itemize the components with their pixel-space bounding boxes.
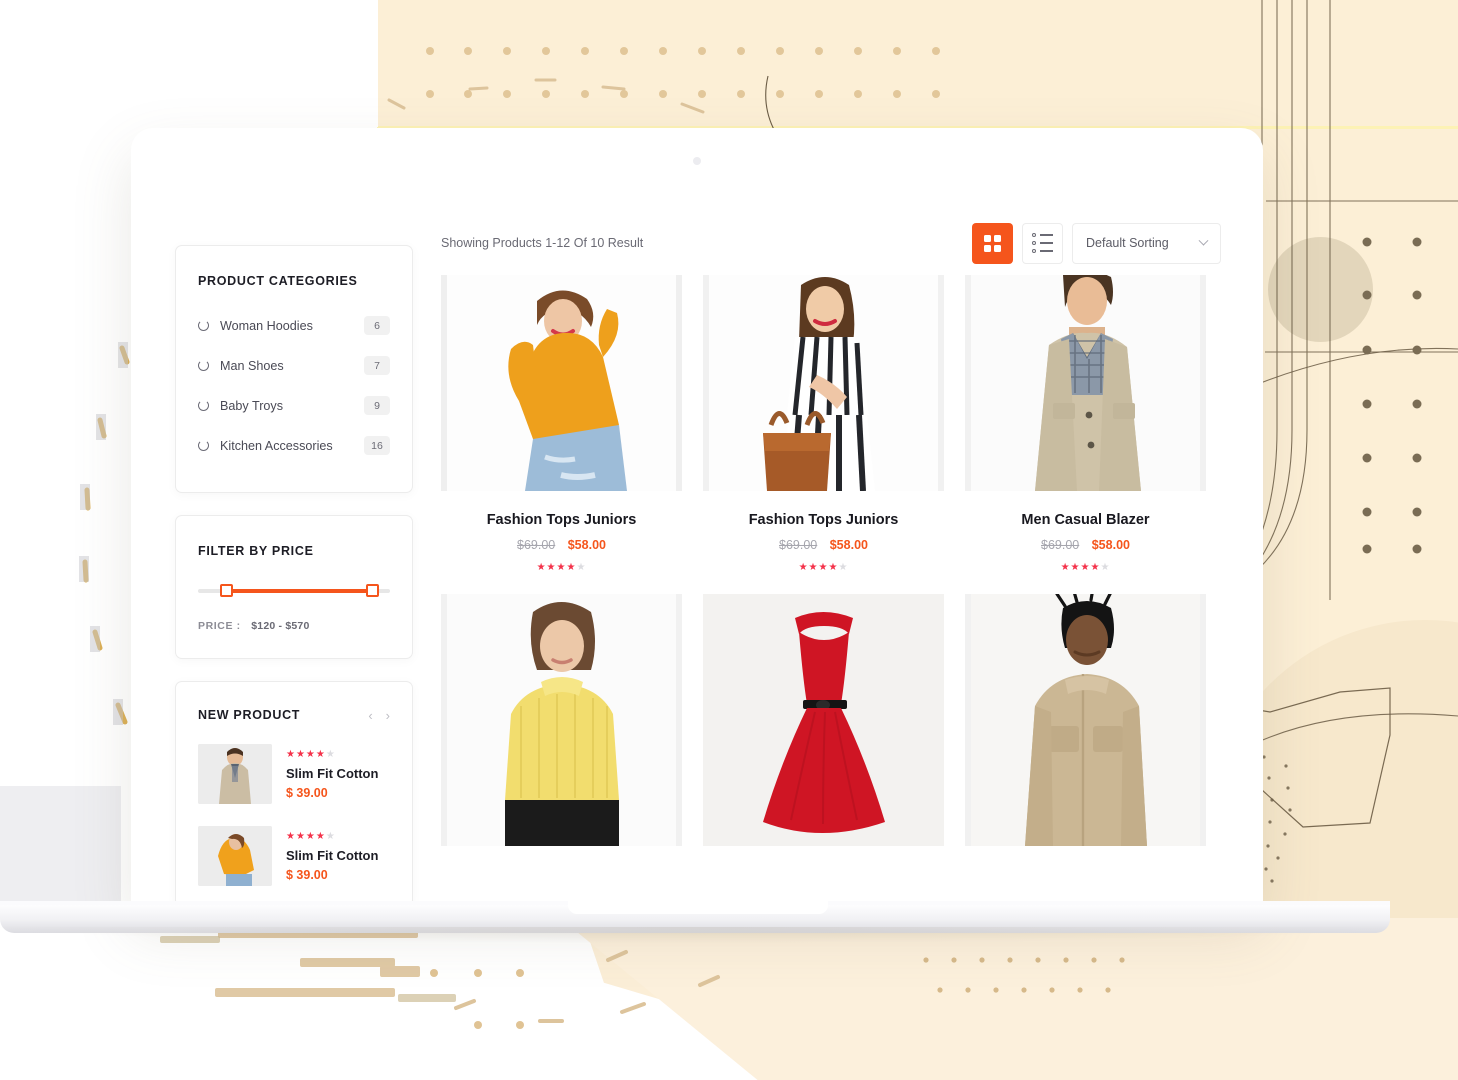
new-product-list-item[interactable]: ★★★★★ Slim Fit Cotton $ 39.00	[198, 826, 390, 886]
new-product-title: NEW PRODUCT	[198, 708, 301, 722]
category-item-baby-troys[interactable]: Baby Troys 9	[198, 390, 390, 421]
new-product-name: Slim Fit Cotton	[286, 848, 379, 863]
product-card[interactable]: Men Casual Blazer $69.00 $58.00 ★★★★★	[965, 275, 1206, 573]
price-slider-min-handle[interactable]	[220, 584, 234, 597]
category-item-woman-hoodies[interactable]: Woman Hoodies 6	[198, 310, 390, 341]
sidebar: PRODUCT CATEGORIES Woman Hoodies 6 Man S…	[175, 245, 413, 905]
product-card[interactable]: Fashion Tops Juniors $69.00 $58.00 ★★★★★	[441, 275, 682, 573]
new-product-list-item[interactable]: ★★★★★ Slim Fit Cotton $ 39.00	[198, 744, 390, 804]
category-ring-icon	[198, 400, 209, 411]
product-title: Fashion Tops Juniors	[486, 512, 637, 528]
product-listing: Showing Products 1-12 Of 10 Result Defau…	[441, 183, 1221, 846]
product-title: Men Casual Blazer	[1021, 512, 1150, 528]
price-range-slider[interactable]	[198, 584, 390, 598]
price-range-readout: PRICE : $120 - $570	[198, 620, 390, 632]
category-ring-icon	[198, 360, 209, 371]
product-card[interactable]	[441, 594, 682, 846]
product-categories-title: PRODUCT CATEGORIES	[198, 274, 358, 288]
product-image[interactable]	[441, 275, 682, 491]
new-product-rating: ★★★★★	[286, 831, 336, 842]
product-old-price: $69.00	[1041, 538, 1080, 552]
new-product-name: Slim Fit Cotton	[286, 766, 379, 781]
product-card[interactable]	[965, 594, 1206, 846]
category-count-badge: 7	[364, 356, 390, 375]
chevron-right-icon[interactable]: ›	[386, 709, 390, 722]
product-categories-card: PRODUCT CATEGORIES Woman Hoodies 6 Man S…	[175, 245, 413, 493]
background-left-grey-block	[0, 786, 121, 906]
category-count-badge: 6	[364, 316, 390, 335]
product-card[interactable]	[703, 594, 944, 846]
product-price: $69.00 $58.00	[703, 538, 944, 552]
background-small-circle	[1268, 237, 1373, 342]
new-product-info: ★★★★★ Slim Fit Cotton $ 39.00	[286, 830, 379, 883]
product-rating: ★★★★★	[1060, 562, 1111, 573]
new-product-card: NEW PRODUCT ‹ › ★★★★★ Slim Fit Cotton $ …	[175, 681, 413, 905]
price-label-text: PRICE :	[198, 620, 241, 632]
product-image[interactable]	[965, 275, 1206, 491]
screenshot-root: PRODUCT CATEGORIES Woman Hoodies 6 Man S…	[0, 0, 1458, 1080]
product-rating: ★★★★★	[536, 562, 587, 573]
category-ring-icon	[198, 320, 209, 331]
list-icon	[1032, 233, 1053, 253]
list-view-button[interactable]	[1022, 222, 1063, 264]
product-price: $69.00 $58.00	[965, 538, 1206, 552]
price-range-value: $120 - $570	[251, 620, 310, 632]
webcam-icon	[693, 157, 701, 165]
sort-dropdown[interactable]: Default Sorting	[1072, 222, 1221, 264]
category-label: Woman Hoodies	[220, 318, 313, 333]
grid-icon	[984, 234, 1001, 252]
price-slider-fill	[222, 589, 369, 593]
laptop-shadow	[0, 927, 1390, 943]
new-product-info: ★★★★★ Slim Fit Cotton $ 39.00	[286, 748, 379, 801]
product-image[interactable]	[703, 594, 944, 846]
laptop-trackpad-notch	[568, 901, 828, 914]
category-label: Man Shoes	[220, 358, 284, 373]
results-count-text: Showing Products 1-12 Of 10 Result	[441, 236, 644, 250]
product-new-price: $58.00	[567, 538, 606, 552]
product-card[interactable]: Fashion Tops Juniors $69.00 $58.00 ★★★★★	[703, 275, 944, 573]
product-image[interactable]	[965, 594, 1206, 846]
product-rating: ★★★★★	[798, 562, 849, 573]
category-label: Kitchen Accessories	[220, 438, 333, 453]
sort-dropdown-value: Default Sorting	[1086, 236, 1169, 250]
product-price: $69.00 $58.00	[441, 538, 682, 552]
product-old-price: $69.00	[517, 538, 556, 552]
filter-by-price-title: FILTER BY PRICE	[198, 544, 314, 558]
new-product-thumbnail	[198, 826, 272, 886]
new-product-header: NEW PRODUCT ‹ ›	[198, 708, 390, 722]
product-grid: Fashion Tops Juniors $69.00 $58.00 ★★★★★	[441, 275, 1221, 846]
category-list: Woman Hoodies 6 Man Shoes 7 Baby Troys 9…	[198, 310, 390, 461]
product-title: Fashion Tops Juniors	[748, 512, 899, 528]
product-new-price: $58.00	[829, 538, 868, 552]
product-new-price: $58.00	[1091, 538, 1130, 552]
new-product-price: $ 39.00	[286, 868, 328, 882]
filter-by-price-card: FILTER BY PRICE PRICE : $120 - $570	[175, 515, 413, 659]
category-item-kitchen-accessories[interactable]: Kitchen Accessories 16	[198, 430, 390, 461]
category-count-badge: 9	[364, 396, 390, 415]
product-image[interactable]	[703, 275, 944, 491]
new-product-nav: ‹ ›	[368, 709, 390, 722]
new-product-price: $ 39.00	[286, 786, 328, 800]
category-item-man-shoes[interactable]: Man Shoes 7	[198, 350, 390, 381]
price-slider-max-handle[interactable]	[366, 584, 379, 597]
category-ring-icon	[198, 440, 209, 451]
shop-page: PRODUCT CATEGORIES Woman Hoodies 6 Man S…	[131, 183, 1263, 905]
listing-toolbar: Showing Products 1-12 Of 10 Result Defau…	[441, 217, 1221, 269]
chevron-left-icon[interactable]: ‹	[368, 709, 372, 722]
category-label: Baby Troys	[220, 398, 283, 413]
chevron-down-icon	[1198, 235, 1209, 246]
laptop-screen: PRODUCT CATEGORIES Woman Hoodies 6 Man S…	[131, 128, 1263, 905]
product-old-price: $69.00	[779, 538, 818, 552]
new-product-thumbnail	[198, 744, 272, 804]
new-product-rating: ★★★★★	[286, 749, 336, 760]
grid-view-button[interactable]	[972, 222, 1013, 264]
category-count-badge: 16	[364, 436, 390, 455]
background-white-top-left	[0, 0, 378, 127]
product-image[interactable]	[441, 594, 682, 846]
view-controls: Default Sorting	[972, 222, 1221, 264]
